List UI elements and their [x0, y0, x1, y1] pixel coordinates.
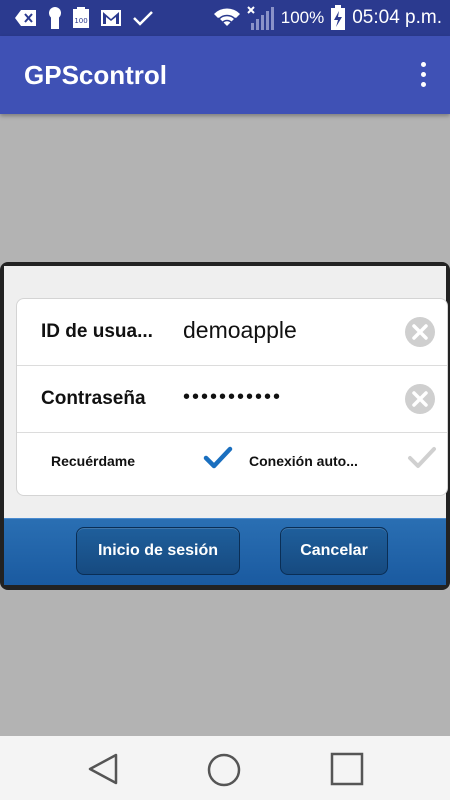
battery-charging-icon: [330, 5, 346, 31]
overflow-menu-icon[interactable]: [418, 62, 428, 90]
clear-x-icon: [412, 391, 428, 407]
app-bar: GPScontrol: [0, 36, 450, 114]
remember-checkbox[interactable]: [203, 445, 233, 476]
login-dialog: ID de usua... demoapple Contraseña •••••…: [0, 262, 450, 590]
options-row: Recuérdame Conexión auto...: [17, 433, 447, 495]
password-label: Contraseña: [41, 388, 146, 409]
gmail-icon: [100, 9, 122, 27]
login-form-card: ID de usua... demoapple Contraseña •••••…: [16, 298, 448, 496]
user-id-row: ID de usua... demoapple: [17, 299, 447, 366]
password-row: Contraseña •••••••••••: [17, 366, 447, 433]
clear-x-icon: [412, 324, 428, 340]
home-icon[interactable]: [206, 752, 242, 793]
dialog-button-bar: Inicio de sesión Cancelar: [4, 518, 446, 585]
checkmark-icon: [408, 447, 436, 468]
wifi-icon: [213, 7, 241, 29]
clear-notification-icon: [14, 9, 38, 27]
navigation-bar: [0, 736, 450, 800]
notification-icons: 100: [14, 6, 154, 30]
no-signal-icon: [247, 5, 275, 31]
dialog-body: ID de usua... demoapple Contraseña •••••…: [4, 266, 448, 518]
password-field[interactable]: •••••••••••: [183, 386, 282, 409]
user-id-field[interactable]: demoapple: [183, 317, 297, 344]
check-icon: [132, 9, 154, 27]
system-icons: 100% 05:04 p.m.: [213, 5, 442, 31]
storage-100-icon: 100: [72, 7, 90, 29]
clear-user-id-button[interactable]: [405, 317, 435, 347]
keyhole-icon: [48, 7, 62, 29]
status-bar: 100 100% 05:04 p.m.: [0, 0, 450, 36]
clear-password-button[interactable]: [405, 384, 435, 414]
battery-percent: 100%: [280, 8, 325, 27]
svg-text:100: 100: [74, 17, 87, 25]
back-icon[interactable]: [86, 752, 120, 791]
cancel-button[interactable]: Cancelar: [280, 527, 388, 575]
login-button[interactable]: Inicio de sesión: [76, 527, 240, 575]
checkmark-icon: [203, 446, 233, 469]
auto-connect-label: Conexión auto...: [249, 453, 358, 469]
remember-label: Recuérdame: [51, 453, 136, 469]
clock: 05:04 p.m.: [352, 7, 442, 28]
user-id-label: ID de usua...: [41, 321, 153, 342]
recent-apps-icon[interactable]: [330, 752, 364, 791]
auto-connect-checkbox[interactable]: [407, 445, 437, 476]
app-title: GPScontrol: [24, 60, 168, 90]
